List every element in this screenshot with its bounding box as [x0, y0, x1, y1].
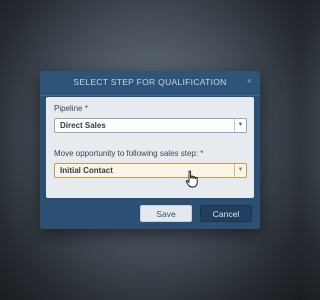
save-button[interactable]: Save: [140, 205, 192, 222]
cancel-button[interactable]: Cancel: [200, 205, 252, 222]
pipeline-label: Pipeline *: [54, 104, 88, 113]
dialog-title: SELECT STEP FOR QUALIFICATION: [73, 77, 227, 87]
pipeline-select[interactable]: Direct Sales ▼: [54, 118, 247, 133]
hand-pointer-icon: [185, 170, 198, 188]
chevron-down-icon: ▼: [234, 119, 246, 132]
sales-step-label: Move opportunity to following sales step…: [54, 149, 204, 158]
pipeline-select-value: Direct Sales: [60, 121, 106, 130]
dialog-body: Pipeline * Direct Sales ▼ Move opportuni…: [46, 97, 254, 198]
dialog-titlebar: SELECT STEP FOR QUALIFICATION ×: [40, 71, 260, 96]
chevron-down-icon: ▼: [234, 164, 246, 177]
close-icon[interactable]: ×: [247, 76, 252, 86]
dialog-footer: Save Cancel: [40, 200, 260, 229]
select-step-dialog: SELECT STEP FOR QUALIFICATION × Pipeline…: [40, 71, 260, 229]
sales-step-select[interactable]: Initial Contact ▼: [54, 163, 247, 178]
sales-step-select-value: Initial Contact: [60, 166, 113, 175]
